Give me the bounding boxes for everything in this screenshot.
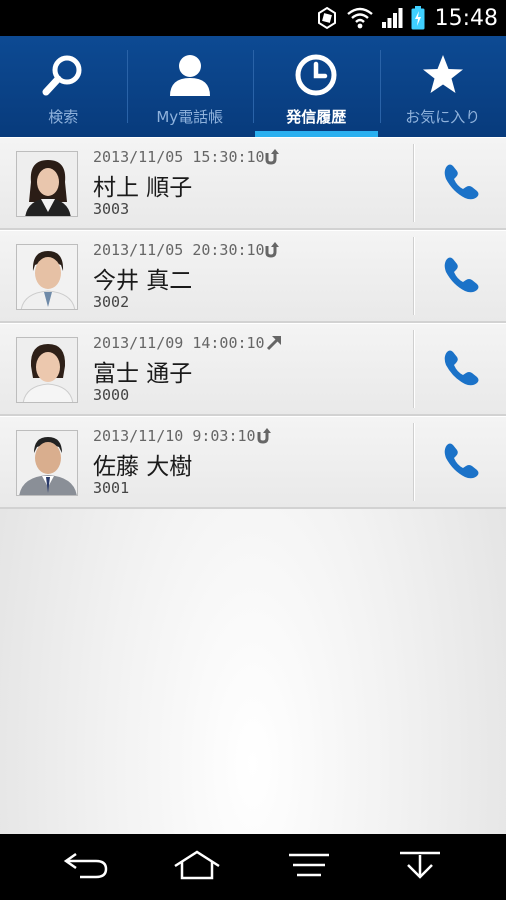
menu-icon [287,850,331,884]
contact-name: 今井 真二 [93,268,193,294]
divider [413,237,414,315]
history-row[interactable]: 2013/11/10 9:03:10 佐藤 大樹 3001 [0,416,506,509]
tab-bar: 検索 My電話帳 発信履歴 お気に入り [0,36,506,137]
tab-favorites[interactable]: お気に入り [379,36,506,137]
clock-time: 15:48 [434,5,498,31]
tab-label: 発信履歴 [286,108,347,126]
contact-name: 佐藤 大樹 [93,454,193,480]
call-button[interactable] [415,417,506,507]
contact-name: 富士 通子 [93,361,193,387]
call-datetime: 2013/11/10 9:03:10 [93,427,256,445]
tab-call-history[interactable]: 発信履歴 [253,36,380,137]
tab-label: My電話帳 [156,108,224,126]
tab-my-phonebook[interactable]: My電話帳 [126,36,254,137]
phone-icon [441,254,481,298]
tab-label: お気に入り [405,108,481,126]
menu-button[interactable] [279,847,339,887]
extension-number: 3000 [93,386,130,404]
call-datetime: 2013/11/05 15:30:10 [93,148,265,166]
back-button[interactable] [56,847,116,887]
call-button[interactable] [415,324,506,414]
outgoing-arrow-icon [266,335,282,355]
clock-icon [291,50,341,100]
avatar [16,430,78,496]
extension-number: 3002 [93,293,130,311]
avatar [16,151,78,217]
history-row[interactable]: 2013/11/05 15:30:10 村上 順子 3003 [0,137,506,230]
wifi-icon [346,7,373,29]
home-icon [172,849,222,885]
divider [413,423,414,501]
home-button[interactable] [167,847,227,887]
tab-search[interactable]: 検索 [0,36,127,137]
sync-icon [315,6,339,30]
call-datetime: 2013/11/05 20:30:10 [93,241,265,259]
redial-icon [264,149,280,169]
extension-number: 3001 [93,479,130,497]
call-button[interactable] [415,138,506,228]
phone-icon [441,161,481,205]
star-icon [418,50,468,100]
contact-icon [165,50,215,100]
contact-name: 村上 順子 [93,175,193,201]
avatar [16,244,78,310]
divider [413,330,414,408]
redial-icon [256,428,272,448]
battery-charging-icon [411,6,425,30]
phone-icon [441,347,481,391]
extension-number: 3003 [93,200,130,218]
call-history-list: 2013/11/05 15:30:10 村上 順子 3003 2013/11/0… [0,137,506,834]
redial-icon [264,242,280,262]
collapse-icon [398,849,442,885]
signal-icon [381,7,403,29]
navigation-bar [0,834,506,900]
status-bar: 15:48 [0,0,506,36]
collapse-button[interactable] [390,847,450,887]
history-row[interactable]: 2013/11/09 14:00:10 富士 通子 3000 [0,323,506,416]
call-datetime: 2013/11/09 14:00:10 [93,334,265,352]
avatar [16,337,78,403]
tab-label: 検索 [48,108,79,126]
phone-icon [441,440,481,484]
call-button[interactable] [415,231,506,321]
search-icon [38,50,88,100]
history-row[interactable]: 2013/11/05 20:30:10 今井 真二 3002 [0,230,506,323]
divider [413,144,414,222]
back-icon [62,850,110,884]
